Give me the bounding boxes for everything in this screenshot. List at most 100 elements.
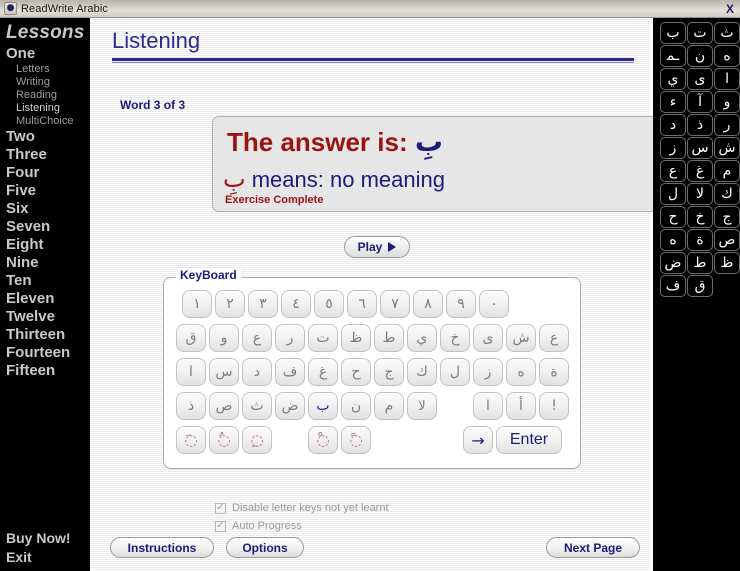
keyboard-key[interactable]: ط [374,324,404,352]
alphabet-key[interactable]: ء [660,91,686,113]
alphabet-key[interactable]: ف [660,275,686,297]
alphabet-key[interactable]: ت [687,22,713,44]
alphabet-key[interactable]: ص [714,229,740,251]
alphabet-key[interactable]: ح [660,206,686,228]
keyboard-key[interactable]: ح [341,358,371,386]
alphabet-key[interactable]: ج [714,206,740,228]
keyboard-key[interactable]: ة [539,358,569,386]
keyboard-key[interactable]: و [209,324,239,352]
alphabet-key[interactable]: ق [687,275,713,297]
alphabet-key[interactable]: ه [714,45,740,67]
alphabet-key[interactable]: ث [714,22,740,44]
keyboard-key[interactable]: ش [506,324,536,352]
keyboard-key[interactable]: ! [539,392,569,420]
lesson-sub-item-letters[interactable]: Letters [0,63,90,76]
keyboard-key[interactable]: ر [275,324,305,352]
lesson-item-two[interactable]: Two [0,128,90,146]
auto-progress-option[interactable]: ✓ Auto Progress [215,520,302,532]
keyboard-key[interactable]: ن [341,392,371,420]
auto-progress-checkbox[interactable]: ✓ [215,520,226,532]
keyboard-key[interactable]: ١ [182,290,212,318]
alphabet-key[interactable]: م [714,160,740,182]
keyboard-key[interactable]: ٥ [314,290,344,318]
keyboard-key[interactable]: ث [242,392,272,420]
keyboard-key[interactable]: ظ [341,324,371,352]
alphabet-key[interactable]: ة [687,229,713,251]
alphabet-key[interactable]: ي [660,68,686,90]
play-button[interactable]: Play [344,236,410,258]
lesson-sub-item-multichoice[interactable]: MultiChoice [0,115,90,128]
keyboard-key[interactable]: غ [308,358,338,386]
lesson-sub-item-writing[interactable]: Writing [0,76,90,89]
keyboard-key[interactable]: لا [407,392,437,420]
alphabet-key[interactable]: ل [660,183,686,205]
alphabet-key[interactable]: ك [714,183,740,205]
lesson-item-fourteen[interactable]: Fourteen [0,344,90,362]
alphabet-key[interactable]: ض [660,252,686,274]
keyboard-key[interactable]: ل [440,358,470,386]
keyboard-diacritic-key[interactable]: ◌ِ [242,426,272,454]
keyboard-key[interactable]: ع [539,324,569,352]
alphabet-key[interactable]: ه [660,229,686,251]
lesson-item-eight[interactable]: Eight [0,236,90,254]
keyboard-key[interactable]: ص [209,392,239,420]
keyboard-key[interactable]: ي [407,324,437,352]
lesson-item-thirteen[interactable]: Thirteen [0,326,90,344]
keyboard-key[interactable]: ٠ [479,290,509,318]
close-icon[interactable]: X [726,2,734,16]
lesson-sub-item-reading[interactable]: Reading [0,89,90,102]
keyboard-key[interactable]: ا [473,392,503,420]
alphabet-key[interactable]: ع [660,160,686,182]
keyboard-key[interactable]: ع [242,324,272,352]
lesson-sub-item-listening[interactable]: Listening [0,102,90,115]
lesson-item-three[interactable]: Three [0,146,90,164]
alphabet-key[interactable]: آ [687,91,713,113]
instructions-button[interactable]: Instructions [110,537,214,558]
keyboard-key[interactable]: ض [275,392,305,420]
keyboard-key[interactable]: ك [407,358,437,386]
keyboard-diacritic-key[interactable]: ◌َ [176,426,206,454]
lesson-item-fifteen[interactable]: Fifteen [0,362,90,380]
alphabet-key[interactable]: ـﻤ [660,45,686,67]
alphabet-key[interactable]: و [714,91,740,113]
keyboard-key[interactable]: م [374,392,404,420]
lesson-item-eleven[interactable]: Eleven [0,290,90,308]
alphabet-key[interactable]: خ [687,206,713,228]
alphabet-key[interactable]: ا [714,68,740,90]
keyboard-arrow-key[interactable]: → [463,426,493,454]
keyboard-key[interactable]: س [209,358,239,386]
lesson-item-four[interactable]: Four [0,164,90,182]
keyboard-key[interactable]: ٤ [281,290,311,318]
keyboard-key[interactable]: ا [176,358,206,386]
disable-keys-checkbox[interactable]: ✓ [215,502,226,514]
keyboard-key[interactable]: د [242,358,272,386]
alphabet-key[interactable]: ظ [714,252,740,274]
options-button[interactable]: Options [226,537,304,558]
keyboard-key[interactable]: خ [440,324,470,352]
lesson-item-seven[interactable]: Seven [0,218,90,236]
keyboard-key[interactable]: ٦ [347,290,377,318]
lesson-item-twelve[interactable]: Twelve [0,308,90,326]
keyboard-diacritic-key[interactable]: ◌ْ [308,426,338,454]
alphabet-key[interactable]: ن [687,45,713,67]
lesson-item-one[interactable]: One [0,45,90,63]
keyboard-diacritic-key[interactable]: ◌ُ [209,426,239,454]
disable-keys-option[interactable]: ✓ Disable letter keys not yet learnt [215,502,389,514]
alphabet-key[interactable]: د [660,114,686,136]
next-page-button[interactable]: Next Page [546,537,640,558]
lesson-item-five[interactable]: Five [0,182,90,200]
keyboard-key[interactable]: ٩ [446,290,476,318]
lesson-item-six[interactable]: Six [0,200,90,218]
keyboard-key[interactable]: ف [275,358,305,386]
alphabet-key[interactable]: ب [660,22,686,44]
keyboard-enter-key[interactable]: Enter [496,426,562,454]
alphabet-key[interactable]: ذ [687,114,713,136]
keyboard-key[interactable]: ى [473,324,503,352]
buy-now-button[interactable]: Buy Now! [0,529,90,548]
lesson-item-nine[interactable]: Nine [0,254,90,272]
exit-button[interactable]: Exit [0,548,90,567]
alphabet-key[interactable]: لا [687,183,713,205]
lesson-item-ten[interactable]: Ten [0,272,90,290]
alphabet-key[interactable]: ط [687,252,713,274]
alphabet-key[interactable]: ش [714,137,740,159]
